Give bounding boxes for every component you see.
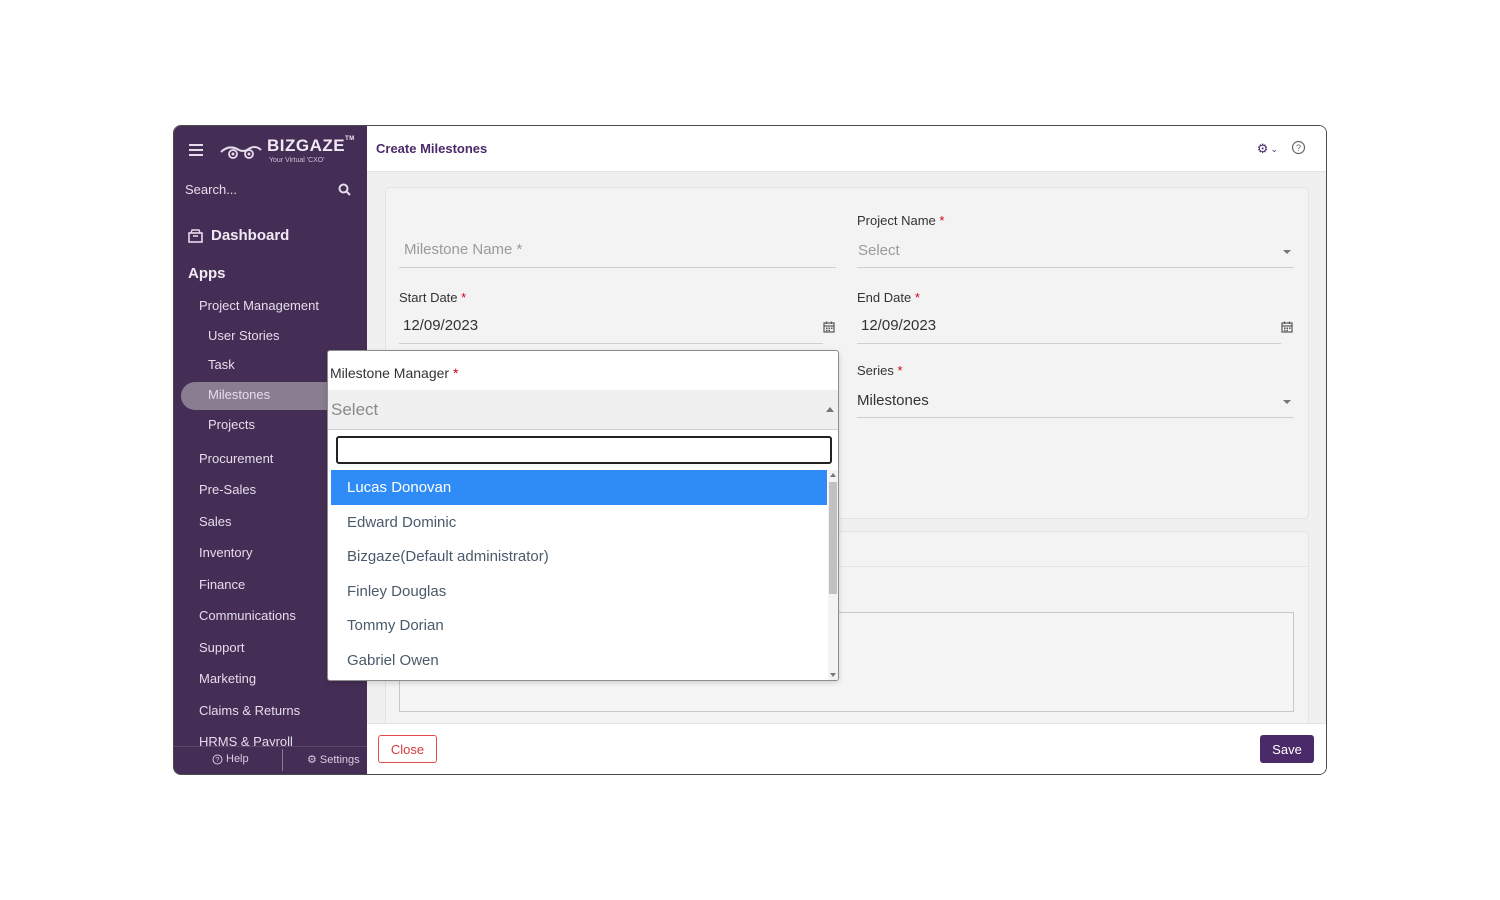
series-required-mark: *: [897, 363, 903, 378]
options-scrollbar-thumb[interactable]: [829, 482, 837, 594]
project-name-label-text: Project Name: [857, 213, 936, 228]
help-link[interactable]: ? Help: [212, 753, 249, 765]
milestone-manager-placeholder: Select: [331, 400, 379, 419]
project-name-select[interactable]: Select: [858, 242, 900, 259]
brand-logo: BIZGAZETM Your Virtual 'CXO': [219, 136, 354, 168]
help-icon[interactable]: ?: [1291, 140, 1306, 155]
option-lucas-donovan[interactable]: Lucas Donovan: [331, 470, 827, 505]
sidebar-dashboard-label: Dashboard: [211, 227, 290, 244]
milestone-manager-label: Milestone Manager *: [330, 365, 458, 381]
help-circle-icon: ?: [212, 754, 223, 764]
sidebar-item-claims-returns[interactable]: Claims & Returns: [199, 703, 300, 718]
option-tommy-dorian[interactable]: Tommy Dorian: [331, 608, 827, 643]
start-date-underline: [399, 343, 823, 344]
footer-divider: [282, 749, 283, 771]
close-button[interactable]: Close: [378, 735, 437, 763]
sidebar-item-pre-sales[interactable]: Pre-Sales: [199, 482, 256, 497]
sidebar-search[interactable]: Search...: [185, 181, 355, 199]
settings-link[interactable]: ⚙ Settings: [307, 753, 360, 767]
option-gabriel-owen[interactable]: Gabriel Owen: [331, 643, 827, 678]
brand-name: BIZGAZE: [267, 136, 346, 155]
owl-logo-icon: [220, 146, 262, 159]
start-date-label-text: Start Date: [399, 290, 458, 305]
series-label-text: Series: [857, 363, 894, 378]
milestone-manager-options: Lucas Donovan Edward Dominic Bizgaze(Def…: [331, 470, 827, 680]
end-date-label: End Date *: [857, 290, 920, 305]
milestone-manager-dropdown: Milestone Manager * Select Lucas Donovan…: [327, 350, 839, 681]
project-name-underline: [857, 267, 1294, 268]
series-select[interactable]: Milestones: [857, 392, 929, 409]
sidebar-item-finance[interactable]: Finance: [199, 577, 245, 592]
help-label: Help: [226, 753, 249, 765]
milestone-name-input[interactable]: Milestone Name *: [404, 241, 522, 258]
end-date-label-text: End Date: [857, 290, 912, 305]
end-date-input[interactable]: 12/09/2023: [861, 317, 936, 334]
brand-tm: TM: [345, 136, 355, 142]
milestone-manager-search-input[interactable]: [336, 436, 832, 464]
option-bizgaze-default-administrator[interactable]: Bizgaze(Default administrator): [331, 539, 827, 574]
page-title: Create Milestones: [376, 141, 488, 156]
series-underline: [857, 417, 1294, 418]
sidebar-item-marketing[interactable]: Marketing: [199, 671, 256, 686]
scroll-down-arrow-icon[interactable]: [830, 673, 836, 677]
milestone-manager-label-text: Milestone Manager: [330, 365, 450, 381]
option-edward-dominic[interactable]: Edward Dominic: [331, 505, 827, 540]
save-button[interactable]: Save: [1260, 735, 1314, 763]
milestone-name-underline: [399, 267, 836, 268]
dashboard-icon: [188, 228, 203, 243]
sidebar-footer: ? Help ⚙ Settings: [174, 746, 367, 774]
sidebar-item-support[interactable]: Support: [199, 640, 245, 655]
sidebar-item-dashboard[interactable]: Dashboard: [188, 227, 289, 244]
project-name-required-mark: *: [939, 213, 945, 228]
hamburger-menu-icon[interactable]: [189, 144, 203, 156]
project-name-label: Project Name *: [857, 213, 944, 228]
end-date-required-mark: *: [914, 290, 920, 305]
sidebar-item-user-stories[interactable]: User Stories: [208, 328, 280, 343]
options-scrollbar[interactable]: [828, 470, 838, 680]
start-date-input[interactable]: 12/09/2023: [403, 317, 478, 334]
option-finley-douglas[interactable]: Finley Douglas: [331, 574, 827, 609]
end-date-underline: [857, 343, 1281, 344]
project-name-caret-icon[interactable]: [1283, 250, 1291, 254]
sidebar-item-communications[interactable]: Communications: [199, 608, 296, 623]
series-caret-icon[interactable]: [1283, 400, 1291, 404]
sidebar-item-projects[interactable]: Projects: [208, 417, 255, 432]
form-footer: Close Save: [367, 723, 1326, 774]
sidebar-item-procurement[interactable]: Procurement: [199, 451, 273, 466]
sidebar-search-placeholder[interactable]: Search...: [185, 182, 237, 197]
svg-text:?: ?: [216, 757, 220, 764]
sidebar-item-project-management[interactable]: Project Management: [199, 298, 319, 313]
caret-up-icon[interactable]: [826, 407, 834, 412]
gear-icon: ⚙: [1256, 141, 1269, 156]
settings-dropdown-button[interactable]: ⚙ ⌄: [1257, 141, 1278, 157]
milestone-manager-required-mark: *: [452, 365, 459, 381]
start-date-calendar-icon[interactable]: [823, 321, 835, 333]
sidebar-item-milestones[interactable]: Milestones: [208, 387, 270, 402]
brand-tagline: Your Virtual 'CXO': [269, 157, 325, 164]
chevron-down-icon: ⌄: [1270, 143, 1278, 154]
sidebar-item-inventory[interactable]: Inventory: [199, 545, 252, 560]
sidebar-item-sales[interactable]: Sales: [199, 514, 232, 529]
scroll-up-arrow-icon[interactable]: [830, 473, 836, 477]
search-icon[interactable]: [338, 183, 351, 196]
svg-text:?: ?: [1296, 143, 1301, 153]
sidebar-apps-heading: Apps: [188, 265, 226, 282]
start-date-label: Start Date *: [399, 290, 466, 305]
settings-label: Settings: [319, 753, 360, 766]
series-label: Series *: [857, 363, 903, 378]
milestone-manager-select[interactable]: Select: [328, 390, 838, 430]
page-header: Create Milestones ⚙ ⌄ ?: [367, 126, 1326, 172]
settings-gear-icon: ⚙: [307, 754, 317, 766]
end-date-calendar-icon[interactable]: [1281, 321, 1293, 333]
start-date-required-mark: *: [461, 290, 467, 305]
sidebar-item-task[interactable]: Task: [208, 357, 235, 372]
